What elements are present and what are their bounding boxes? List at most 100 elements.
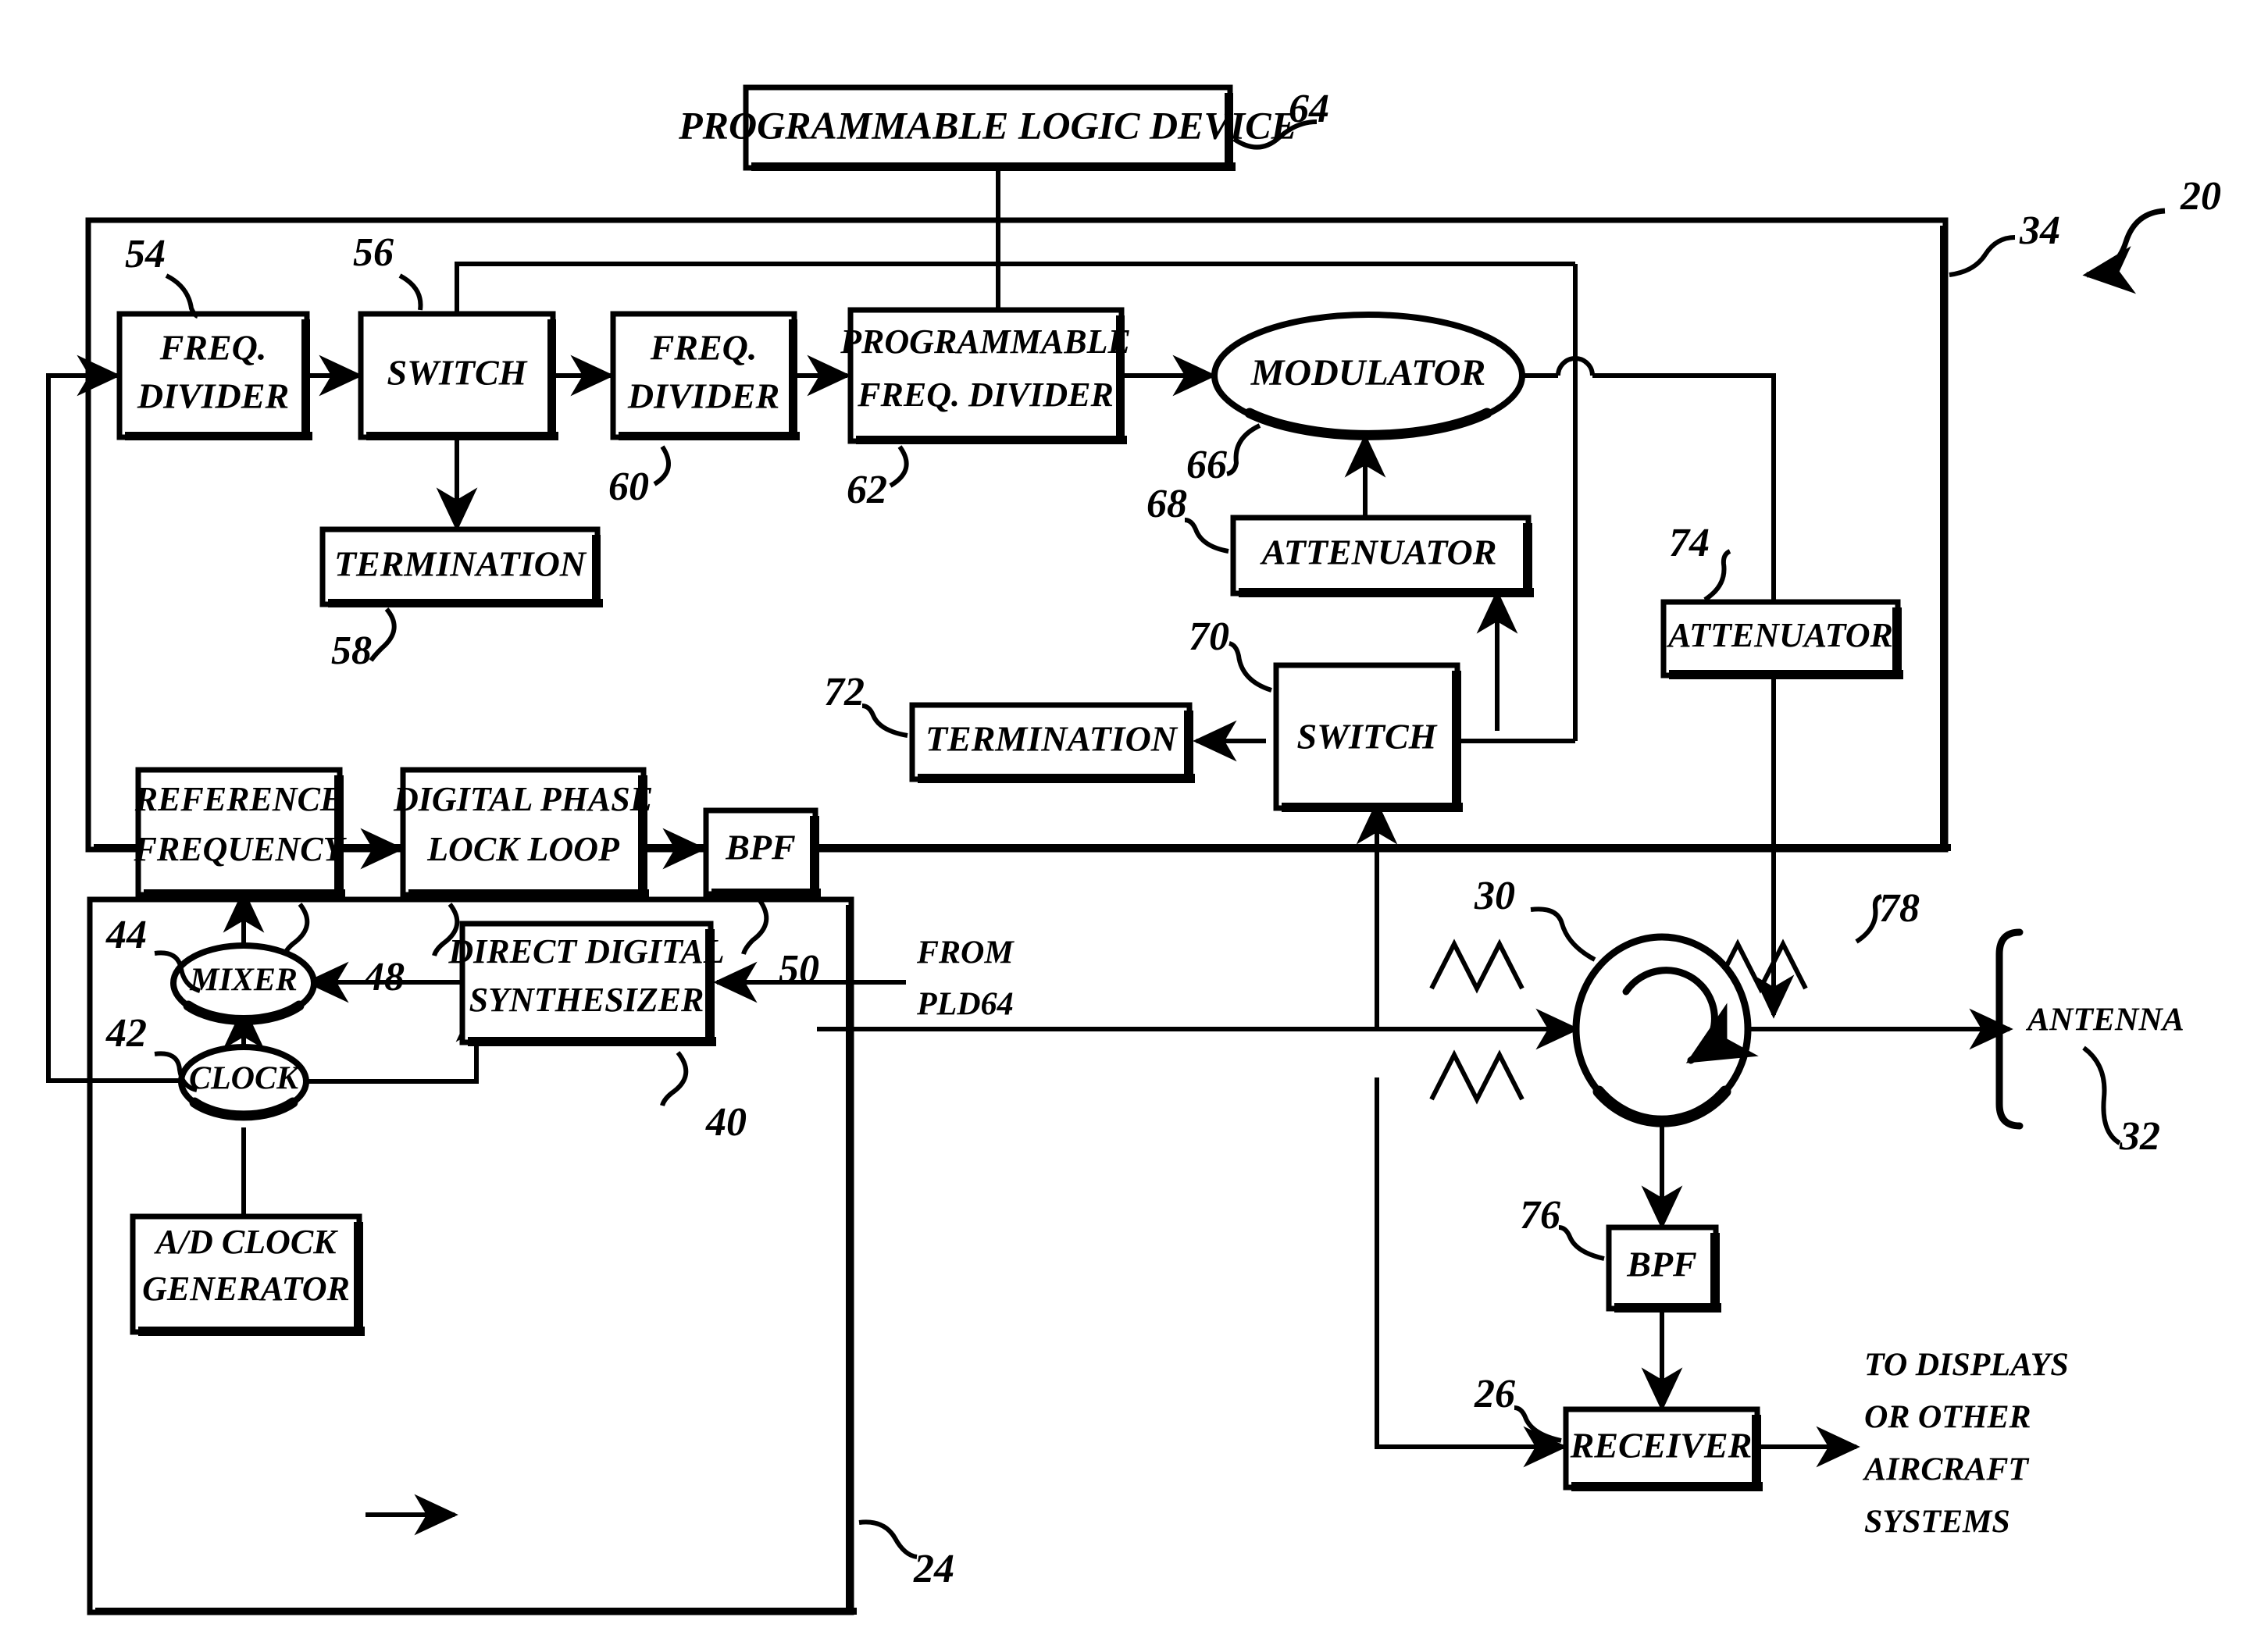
reffreq-label-line1: REFERENCE xyxy=(134,780,344,818)
termination72-label: TERMINATION xyxy=(925,719,1179,759)
leader-40: 40 xyxy=(660,1051,747,1145)
to-displays-line1: TO DISPLAYS xyxy=(1864,1348,2069,1384)
ref-56: 56 xyxy=(353,230,394,275)
leader-48: 48 xyxy=(363,903,460,999)
leader-54: 54 xyxy=(125,232,199,319)
ref-48: 48 xyxy=(363,955,405,999)
fd60-label-line2: DIVIDER xyxy=(627,376,779,416)
to-displays-line4: SYSTEMS xyxy=(1864,1505,2010,1540)
wire-modulator-out-b xyxy=(1592,373,1776,621)
block-mixer-44[interactable]: MIXER xyxy=(170,942,317,1025)
from-pld64-annotation: FROM PLD64 xyxy=(916,935,1015,1023)
from-pld-line2: PLD64 xyxy=(916,987,1014,1023)
switch56-label: SWITCH xyxy=(387,353,528,393)
ref-58: 58 xyxy=(331,629,372,673)
block-circulator-30[interactable] xyxy=(1572,933,1759,1127)
clock-label: CLOCK xyxy=(189,1061,301,1097)
attenuator74-label: ATTENUATOR xyxy=(1666,616,1893,654)
termination58-label: TERMINATION xyxy=(334,544,587,584)
fd54-label-line1: FREQ. xyxy=(159,328,267,368)
block-dds-40[interactable]: DIRECT DIGITAL SYNTHESIZER xyxy=(448,921,725,1046)
block-bpf-76[interactable]: BPF xyxy=(1606,1224,1721,1313)
pld-label: PROGRAMMABLE LOGIC DEVICE xyxy=(678,103,1297,147)
block-diagram-svg: PROGRAMMABLE LOGIC DEVICE 64 FREQ. DIVID… xyxy=(46,84,2221,1615)
ref-72: 72 xyxy=(824,670,865,714)
block-programmable-freq-divider-62[interactable]: PROGRAMMABLE FREQ. DIVIDER xyxy=(840,307,1131,444)
block-termination-58[interactable]: TERMINATION xyxy=(319,526,603,607)
leader-50: 50 xyxy=(741,898,819,992)
attenuator-pad-icon-left-top xyxy=(1429,939,1524,994)
leader-26: 26 xyxy=(1474,1372,1562,1443)
attenuator-pad-icon-left-bottom xyxy=(1429,1049,1524,1105)
mixer-label: MIXER xyxy=(189,963,298,999)
ref-50: 50 xyxy=(779,947,819,992)
block-attenuator-68[interactable]: ATTENUATOR xyxy=(1230,515,1534,597)
wire-clock-to-dds xyxy=(348,998,497,1084)
leader-68: 68 xyxy=(1146,482,1229,554)
ref-64: 64 xyxy=(1289,87,1329,131)
prog62-label-line2: FREQ. DIVIDER xyxy=(857,376,1114,414)
ref-42: 42 xyxy=(105,1011,147,1056)
leader-32: 32 xyxy=(2082,1045,2160,1159)
block-reference-frequency-46[interactable]: REFERENCE FREQUENCY xyxy=(134,767,348,899)
bpf76-label: BPF xyxy=(1626,1245,1696,1284)
ref-78: 78 xyxy=(1879,886,1920,931)
to-displays-line3: AIRCRAFT xyxy=(1862,1452,2030,1488)
leader-78: 78 xyxy=(1855,886,1920,944)
block-clock-42[interactable]: CLOCK xyxy=(178,1044,309,1121)
leader-76: 76 xyxy=(1520,1193,1605,1261)
ref-40: 40 xyxy=(705,1100,747,1145)
block-bpf-50[interactable]: BPF xyxy=(703,807,821,898)
leader-56: 56 xyxy=(353,230,423,311)
leader-70: 70 xyxy=(1189,614,1272,693)
block-receiver-26[interactable]: RECEIVER xyxy=(1563,1406,1763,1491)
receiver-label: RECEIVER xyxy=(1570,1426,1753,1466)
block-ad-clock-generator[interactable]: A/D CLOCK GENERATOR xyxy=(130,1213,365,1336)
leader-30: 30 xyxy=(1474,874,1596,962)
ref-70: 70 xyxy=(1189,614,1229,659)
block-freq-divider-60[interactable]: FREQ. DIVIDER xyxy=(610,311,800,440)
block-modulator-66[interactable]: MODULATOR xyxy=(1211,312,1525,440)
leader-20-system: 20 xyxy=(2082,174,2221,294)
dds-label-line1: DIRECT DIGITAL xyxy=(448,932,724,971)
ref-76: 76 xyxy=(1520,1193,1560,1238)
adclock-label-line1: A/D CLOCK xyxy=(153,1223,338,1261)
block-antenna-32[interactable]: ANTENNA xyxy=(1995,928,2184,1130)
block-switch-56[interactable]: SWITCH xyxy=(358,311,558,440)
fd54-label-line2: DIVIDER xyxy=(137,376,289,416)
leader-34: 34 xyxy=(1949,208,2060,277)
adclock-label-line2: GENERATOR xyxy=(142,1270,350,1308)
block-switch-70[interactable]: SWITCH xyxy=(1273,662,1463,812)
ref-34: 34 xyxy=(2019,208,2060,253)
leader-74: 74 xyxy=(1669,521,1731,602)
prog62-label-line1: PROGRAMMABLE xyxy=(840,322,1131,361)
to-displays-line2: OR OTHER xyxy=(1864,1400,2031,1436)
attenuator68-label: ATTENUATOR xyxy=(1260,532,1497,572)
leader-72: 72 xyxy=(824,670,908,738)
block-dpll-48[interactable]: DIGITAL PHASE LOCK LOOP xyxy=(393,767,653,899)
patent-figure-canvas: PROGRAMMABLE LOGIC DEVICE 64 FREQ. DIVID… xyxy=(0,0,2268,1642)
leader-58: 58 xyxy=(331,607,397,673)
dds-label-line2: SYNTHESIZER xyxy=(469,981,704,1019)
ref-24: 24 xyxy=(913,1547,954,1591)
ref-68: 68 xyxy=(1146,482,1187,526)
leader-66: 66 xyxy=(1186,423,1261,487)
dpll-label-line2: LOCK LOOP xyxy=(426,830,620,868)
block-termination-72[interactable]: TERMINATION xyxy=(909,702,1195,783)
block-attenuator-74[interactable]: ATTENUATOR xyxy=(1660,599,1903,679)
ref-54: 54 xyxy=(125,232,166,276)
ref-62: 62 xyxy=(847,468,887,512)
dpll-label-line1: DIGITAL PHASE xyxy=(393,780,653,818)
ref-44: 44 xyxy=(105,913,147,957)
ref-60: 60 xyxy=(608,465,649,509)
ref-74: 74 xyxy=(1669,521,1710,565)
fd60-label-line1: FREQ. xyxy=(650,328,758,368)
wire-clock-to-freq-divider-54 xyxy=(46,354,181,1083)
block-freq-divider-54[interactable]: FREQ. DIVIDER xyxy=(116,311,312,440)
leader-24: 24 xyxy=(858,1519,954,1591)
ref-32: 32 xyxy=(2119,1114,2160,1159)
to-displays-annotation: TO DISPLAYS OR OTHER AIRCRAFT SYSTEMS xyxy=(1862,1348,2069,1540)
block-programmable-logic-device[interactable]: PROGRAMMABLE LOGIC DEVICE xyxy=(678,84,1297,171)
antenna-label: ANTENNA xyxy=(2025,1003,2184,1038)
bpf50-label: BPF xyxy=(725,828,795,867)
